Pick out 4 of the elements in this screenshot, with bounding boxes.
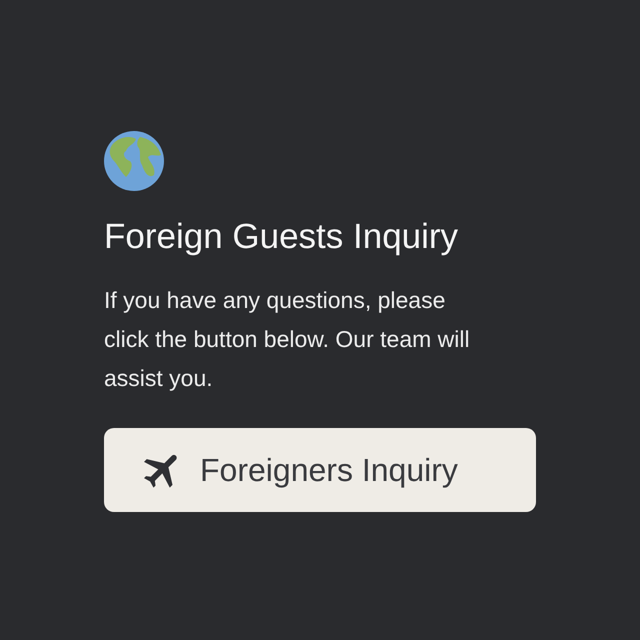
description-text: If you have any questions, please click the button below. Our team will assist you. xyxy=(104,286,471,393)
page-title: Foreign Guests Inquiry xyxy=(104,216,458,258)
foreigners-inquiry-button[interactable]: Foreigners Inquiry xyxy=(104,428,536,512)
globe-icon xyxy=(104,131,164,191)
